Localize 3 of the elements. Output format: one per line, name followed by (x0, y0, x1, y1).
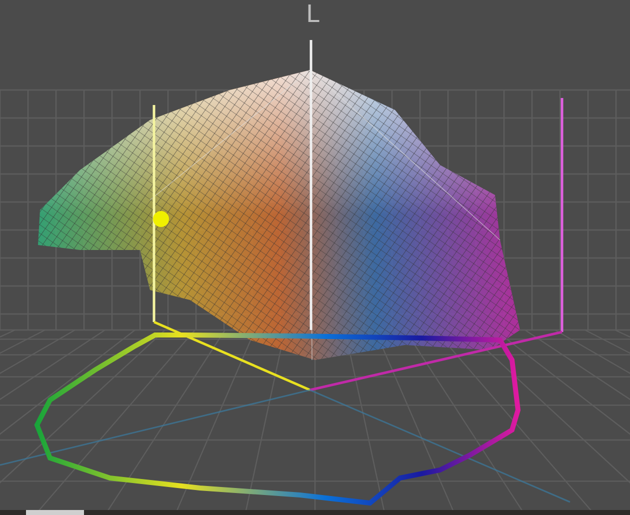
marker-dot (153, 211, 169, 227)
axis-label: L (306, 2, 320, 26)
scroll-thumb[interactable] (26, 510, 84, 515)
